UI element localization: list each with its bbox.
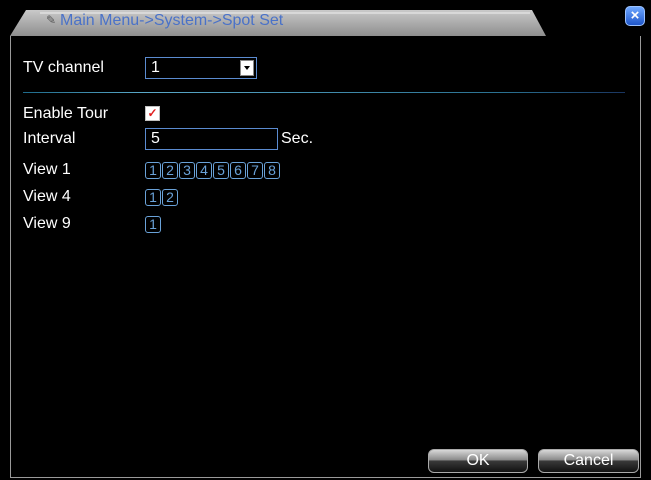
tv-channel-value: 1 [151, 59, 160, 76]
divider [23, 92, 625, 93]
view1-label: View 1 [23, 161, 71, 178]
chevron-down-icon[interactable] [240, 60, 254, 76]
tv-channel-select[interactable]: 1 [145, 57, 257, 79]
view9-label: View 9 [23, 215, 71, 232]
view1-channel-button[interactable]: 3 [179, 162, 195, 179]
view4-buttons: 1 2 [145, 189, 178, 207]
view1-channel-button[interactable]: 6 [230, 162, 246, 179]
view1-channel-button[interactable]: 5 [213, 162, 229, 179]
ok-button[interactable]: OK [428, 449, 528, 473]
close-button[interactable]: × [625, 6, 645, 26]
checkmark-icon: ✓ [147, 106, 158, 120]
interval-input[interactable] [145, 128, 278, 150]
tv-channel-label: TV channel [23, 59, 104, 76]
enable-tour-label: Enable Tour [23, 105, 109, 122]
view1-channel-button[interactable]: 4 [196, 162, 212, 179]
cancel-button[interactable]: Cancel [538, 449, 639, 473]
view9-channel-button[interactable]: 1 [145, 216, 161, 233]
view4-channel-button[interactable]: 1 [145, 189, 161, 206]
tools-icon: ✎ [46, 13, 57, 27]
view1-channel-button[interactable]: 8 [264, 162, 280, 179]
title-bar: ✎ Main Menu->System->Spot Set × [0, 0, 651, 36]
interval-label: Interval [23, 130, 76, 147]
spot-set-dialog: ✎ Main Menu->System->Spot Set × TV chann… [0, 0, 651, 480]
view1-channel-button[interactable]: 7 [247, 162, 263, 179]
view9-buttons: 1 [145, 216, 161, 234]
view1-channel-button[interactable]: 2 [162, 162, 178, 179]
window-title: Main Menu->System->Spot Set [60, 12, 284, 29]
view4-channel-button[interactable]: 2 [162, 189, 178, 206]
view1-channel-button[interactable]: 1 [145, 162, 161, 179]
view4-label: View 4 [23, 188, 71, 205]
settings-panel [10, 36, 641, 478]
enable-tour-checkbox[interactable]: ✓ [145, 106, 160, 121]
interval-unit: Sec. [281, 130, 314, 147]
close-icon: × [630, 7, 640, 24]
view1-buttons: 1 2 3 4 5 6 7 8 [145, 162, 280, 180]
